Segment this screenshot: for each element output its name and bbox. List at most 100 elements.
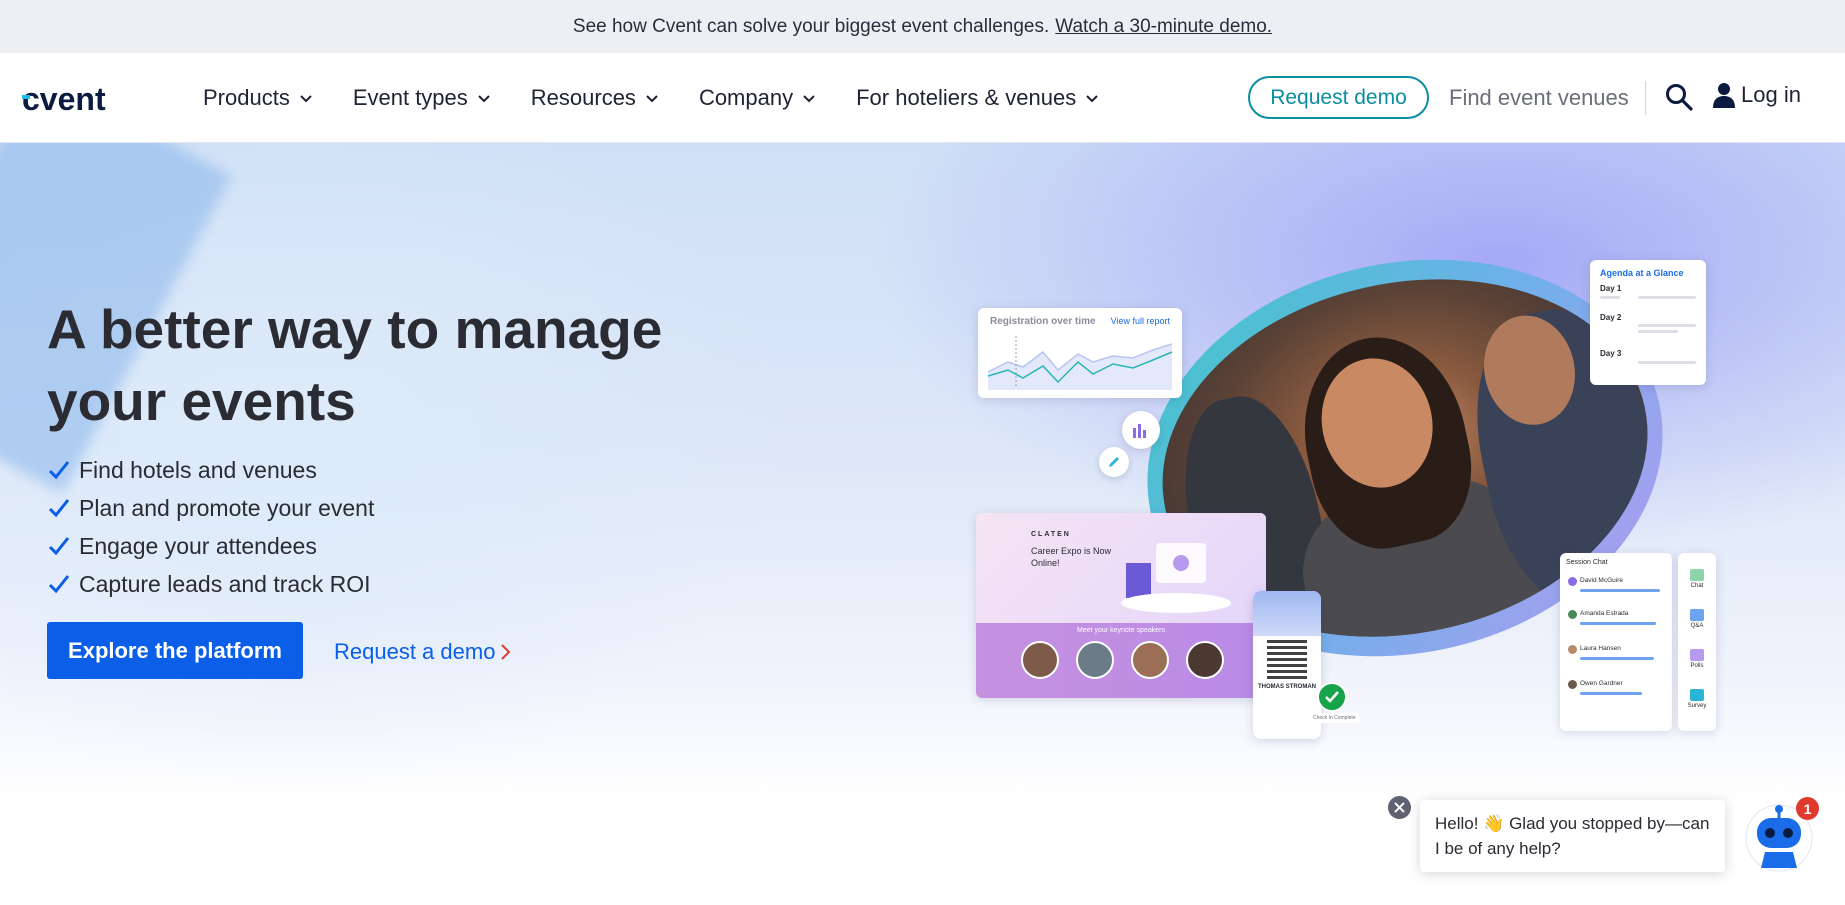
login-link[interactable]: Log in (1713, 82, 1801, 108)
tool-chat: Chat (1678, 569, 1716, 589)
chevron-down-icon (478, 95, 490, 103)
nav-company[interactable]: Company (699, 85, 816, 111)
nav-menu: Products Event types Resources Company F… (203, 53, 1139, 143)
agenda-day: Day 3 (1600, 349, 1622, 358)
nav-resources[interactable]: Resources (531, 85, 659, 111)
registration-chart-card: Registration over time View full report (978, 308, 1182, 398)
site-header: CLATEN Career Expo is Now Online! (976, 513, 1266, 623)
chat-person: Amanda Estrada (1580, 610, 1629, 617)
nav-event-types-label: Event types (352, 85, 468, 110)
site-logo: CLATEN (1031, 531, 1071, 538)
chart-card-title: Registration over time (990, 316, 1096, 327)
request-a-demo-link[interactable]: Request a demo (334, 639, 512, 665)
speaker-avatar (1076, 641, 1114, 679)
chevron-down-icon (646, 95, 658, 103)
speaker-avatar (1186, 641, 1224, 679)
hero-checklist: Find hotels and venues Plan and promote … (47, 451, 374, 603)
speakers-title: Meet your keynote speakers (1077, 627, 1165, 634)
chat-avatar (1568, 577, 1577, 586)
nav-resources-label: Resources (530, 85, 636, 110)
chat-greeting-bubble[interactable]: Hello! 👋 Glad you stopped by—can I be of… (1420, 800, 1725, 872)
checkin-label: Check In Complete (1310, 713, 1359, 723)
speakers-section: Meet your keynote speakers (976, 623, 1266, 698)
watch-demo-link[interactable]: Watch a 30-minute demo. (1055, 16, 1272, 38)
checkmark-icon (48, 461, 70, 480)
checklist-item: Find hotels and venues (47, 451, 374, 489)
expo-illustration (1121, 543, 1231, 613)
checklist-item: Engage your attendees (47, 527, 374, 565)
chevron-down-icon (300, 95, 312, 103)
agenda-day: Day 2 (1600, 313, 1622, 322)
tool-polls: Polls (1678, 649, 1716, 669)
chevron-down-icon (803, 95, 815, 103)
hero-section: A better way to manage your events Find … (0, 143, 1845, 803)
announcement-bar: See how Cvent can solve your biggest eve… (0, 0, 1845, 53)
registration-sparkline (988, 336, 1172, 390)
checklist-item: Plan and promote your event (47, 489, 374, 527)
tool-survey: Survey (1678, 689, 1716, 709)
chat-avatar (1568, 645, 1577, 654)
nav-products[interactable]: Products (203, 85, 313, 111)
hero-headline: A better way to manage your events (47, 298, 663, 432)
engagement-tools-card: Chat Q&A Polls Survey (1678, 553, 1716, 731)
speaker-avatar (1021, 641, 1059, 679)
login-label: Log in (1741, 82, 1801, 107)
checkmark-icon (48, 575, 70, 594)
agenda-line (1638, 361, 1696, 364)
nav-hoteliers[interactable]: For hoteliers & venues (856, 85, 1099, 111)
notification-badge: 1 (1796, 797, 1819, 820)
session-chat-title: Session Chat (1566, 559, 1608, 566)
qr-code (1267, 639, 1307, 679)
chat-message-bar (1580, 589, 1660, 592)
agenda-card: Agenda at a Glance Day 1 Day 2 Day 3 (1590, 260, 1706, 385)
event-site-card: CLATEN Career Expo is Now Online! Meet y… (976, 513, 1266, 698)
badge-name: THOMAS STROMAN (1258, 684, 1316, 690)
close-icon (1394, 802, 1405, 813)
agenda-line (1600, 296, 1620, 299)
announcement-text: See how Cvent can solve your biggest eve… (572, 15, 1050, 37)
speaker-avatar (1131, 641, 1169, 679)
nav-hoteliers-label: For hoteliers & venues (856, 85, 1077, 110)
chat-person: David McGuire (1580, 577, 1623, 584)
nav-divider (1645, 81, 1646, 115)
nav-products-label: Products (203, 85, 290, 110)
view-report-link: View full report (1110, 316, 1170, 326)
agenda-line (1638, 296, 1696, 299)
chat-message-bar (1580, 657, 1654, 660)
checklist-item-label: Plan and promote your event (79, 494, 375, 521)
svg-text:cvent: cvent (22, 81, 106, 117)
request-demo-button[interactable]: Request demo (1248, 76, 1429, 119)
checklist-item-label: Find hotels and venues (79, 456, 317, 483)
check-circle-icon (1317, 682, 1347, 712)
chevron-right-icon (501, 644, 511, 660)
edit-icon (1099, 447, 1129, 477)
explore-platform-button[interactable]: Explore the platform (47, 622, 303, 679)
chat-message-bar (1580, 622, 1656, 625)
cvent-logo[interactable]: cvent (22, 81, 138, 117)
nav-event-types[interactable]: Event types (353, 85, 491, 111)
agenda-line (1638, 330, 1678, 333)
chat-person: Owen Gardner (1580, 680, 1623, 687)
nav-company-label: Company (698, 85, 794, 110)
chevron-down-icon (1086, 95, 1098, 103)
agenda-title: Agenda at a Glance (1600, 268, 1684, 278)
agenda-day: Day 1 (1600, 284, 1622, 293)
find-venues-link[interactable]: Find event venues (1449, 85, 1629, 111)
user-icon (1713, 83, 1735, 108)
chat-avatar (1568, 680, 1577, 689)
main-nav: cvent Products Event types Resources Com… (0, 53, 1845, 143)
hero-product-collage: Registration over time View full report … (970, 213, 1730, 763)
chat-person: Laura Hansen (1580, 645, 1621, 652)
tool-qa: Q&A (1678, 609, 1716, 629)
close-chat-button[interactable] (1388, 796, 1411, 819)
site-title: Career Expo is Now Online! (1031, 546, 1112, 568)
search-icon[interactable] (1665, 83, 1693, 111)
checklist-item-label: Capture leads and track ROI (79, 570, 371, 597)
session-chat-card: Session Chat David McGuire Amanda Estrad… (1560, 553, 1672, 731)
request-a-demo-label: Request a demo (334, 639, 496, 664)
badge-header (1253, 591, 1321, 636)
agenda-line (1638, 324, 1696, 327)
chat-avatar (1568, 610, 1577, 619)
analytics-icon (1122, 411, 1160, 449)
checklist-item: Capture leads and track ROI (47, 565, 374, 603)
